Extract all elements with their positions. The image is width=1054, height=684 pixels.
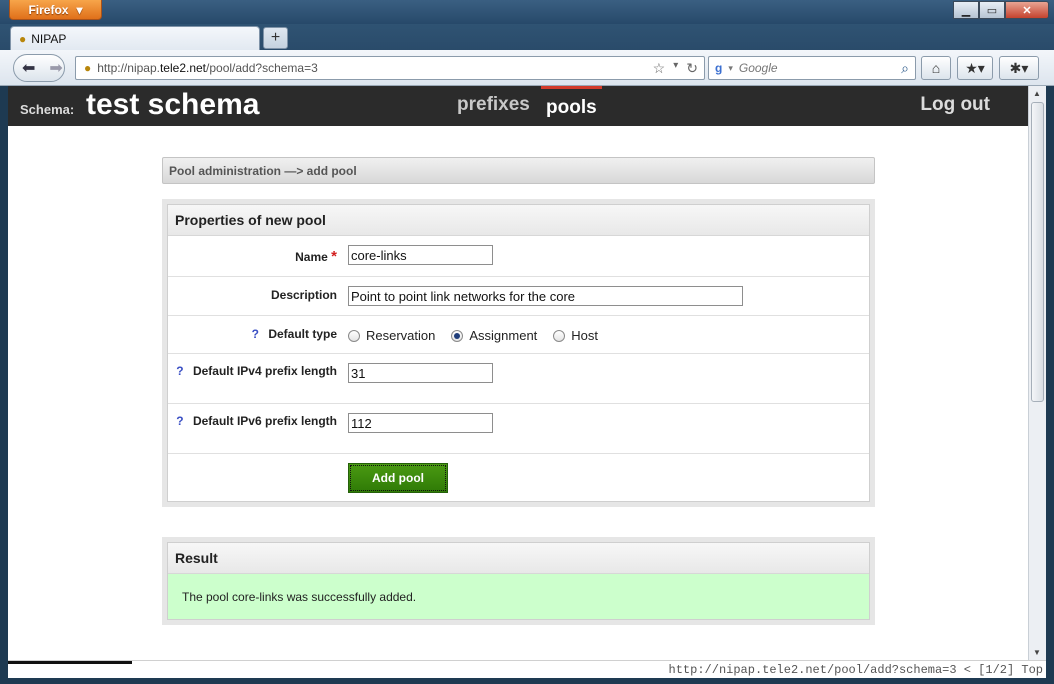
minimize-icon[interactable]: ▁ <box>953 1 979 19</box>
result-title: Result <box>168 543 869 574</box>
search-bar[interactable]: g ▾ Google ⌕ <box>708 56 916 80</box>
search-placeholder: Google <box>738 61 778 75</box>
description-label: Description <box>270 288 337 302</box>
name-label: Name <box>295 250 328 264</box>
help-icon[interactable]: ? <box>176 414 183 428</box>
help-icon[interactable]: ? <box>176 364 183 378</box>
add-pool-button[interactable]: Add pool <box>348 463 448 493</box>
back-forward-buttons: ⬅ ➡ <box>13 54 65 82</box>
result-card: Result The pool core-links was successfu… <box>162 537 875 625</box>
radio-host[interactable] <box>553 329 566 342</box>
bookmarks-button[interactable]: ★▾ <box>957 56 993 80</box>
name-input[interactable] <box>348 245 493 265</box>
tab-title: NIPAP <box>31 31 67 46</box>
scrollbar-thumb[interactable] <box>1031 102 1044 402</box>
row-ipv4-length: ? Default IPv4 prefix length <box>168 354 869 404</box>
addon-button[interactable]: ✱▾ <box>999 56 1039 80</box>
ipv6-length-input[interactable] <box>348 413 493 433</box>
site-identity-icon[interactable]: ● <box>84 61 91 75</box>
firefox-menu-label: Firefox <box>28 2 69 17</box>
tab-nipap[interactable]: ● NIPAP <box>10 26 260 50</box>
nav-prefixes[interactable]: prefixes <box>457 94 530 116</box>
form-title: Properties of new pool <box>168 205 869 236</box>
row-ipv6-length: ? Default IPv6 prefix length <box>168 404 869 454</box>
maximize-icon[interactable]: ▭ <box>979 1 1005 19</box>
row-submit: Add pool <box>168 454 869 501</box>
pool-form-card: Properties of new pool Name * Descriptio… <box>162 199 875 507</box>
home-button[interactable]: ⌂ <box>921 56 951 80</box>
firefox-menu-button[interactable]: Firefox ▾ <box>9 0 102 20</box>
scroll-down-icon[interactable]: ▼ <box>1033 648 1041 657</box>
row-name: Name * <box>168 236 869 277</box>
tab-strip: ● NIPAP + <box>0 24 1054 50</box>
home-icon: ⌂ <box>931 60 941 76</box>
bookmarks-icon: ★▾ <box>965 59 985 76</box>
close-icon[interactable]: ✕ <box>1005 1 1049 19</box>
schema-label: Schema: <box>20 102 75 117</box>
ipv4-length-input[interactable] <box>348 363 493 383</box>
radio-assignment[interactable] <box>451 329 464 342</box>
forward-arrow-icon[interactable]: ➡ <box>49 58 62 78</box>
favicon-icon: ● <box>19 31 27 46</box>
new-tab-button[interactable]: + <box>263 27 288 49</box>
url-bar[interactable]: ● http://nipap.tele2.net/pool/add?schema… <box>75 56 705 80</box>
ipv6-length-label: Default IPv6 prefix length <box>192 414 337 428</box>
default-type-label: Default type <box>268 327 337 341</box>
window-titlebar: Firefox ▾ ▁ ▭ ✕ <box>0 0 1054 24</box>
google-icon[interactable]: g <box>715 61 722 75</box>
schema-name[interactable]: test schema <box>86 88 259 122</box>
chevron-down-icon: ▾ <box>76 2 83 17</box>
app-header: Schema: test schema prefixes pools Log o… <box>8 86 1028 126</box>
status-bar: http://nipap.tele2.net/pool/add?schema=3… <box>8 660 1046 678</box>
status-text: http://nipap.tele2.net/pool/add?schema=3… <box>668 663 1043 677</box>
scroll-up-icon[interactable]: ▲ <box>1033 89 1041 98</box>
default-type-radio-group: Reservation Assignment Host <box>348 328 869 343</box>
radio-assignment-label[interactable]: Assignment <box>469 328 537 343</box>
vertical-scrollbar[interactable]: ▲ ▼ <box>1028 86 1046 660</box>
row-description: Description <box>168 277 869 316</box>
radio-reservation[interactable] <box>348 329 360 342</box>
result-message: The pool core-links was successfully add… <box>168 574 869 619</box>
dropdown-icon[interactable]: ▾ <box>673 60 678 77</box>
required-marker: * <box>331 248 337 265</box>
help-icon[interactable]: ? <box>252 327 259 341</box>
engine-dropdown-icon[interactable]: ▾ <box>728 63 733 74</box>
nav-pools[interactable]: pools <box>541 86 602 126</box>
logout-link[interactable]: Log out <box>920 94 990 116</box>
breadcrumb: Pool administration —> add pool <box>162 157 875 184</box>
ipv4-length-label: Default IPv4 prefix length <box>192 364 337 378</box>
navigation-toolbar: ⬅ ➡ ● http://nipap.tele2.net/pool/add?sc… <box>0 50 1054 86</box>
bookmark-star-icon[interactable]: ☆ <box>653 60 666 77</box>
addon-icon: ✱▾ <box>1009 59 1029 76</box>
description-input[interactable] <box>348 286 743 306</box>
row-default-type: ? Default type Reservation Assignment Ho… <box>168 316 869 354</box>
radio-reservation-label[interactable]: Reservation <box>366 328 435 343</box>
search-icon[interactable]: ⌕ <box>901 60 909 77</box>
page-viewport: Schema: test schema prefixes pools Log o… <box>8 86 1028 660</box>
radio-host-label[interactable]: Host <box>571 328 598 343</box>
back-arrow-icon[interactable]: ⬅ <box>22 58 35 78</box>
reload-icon[interactable]: ↻ <box>686 60 698 77</box>
window-controls: ▁ ▭ ✕ <box>953 1 1049 19</box>
url-text: http://nipap.tele2.net/pool/add?schema=3 <box>97 61 318 75</box>
